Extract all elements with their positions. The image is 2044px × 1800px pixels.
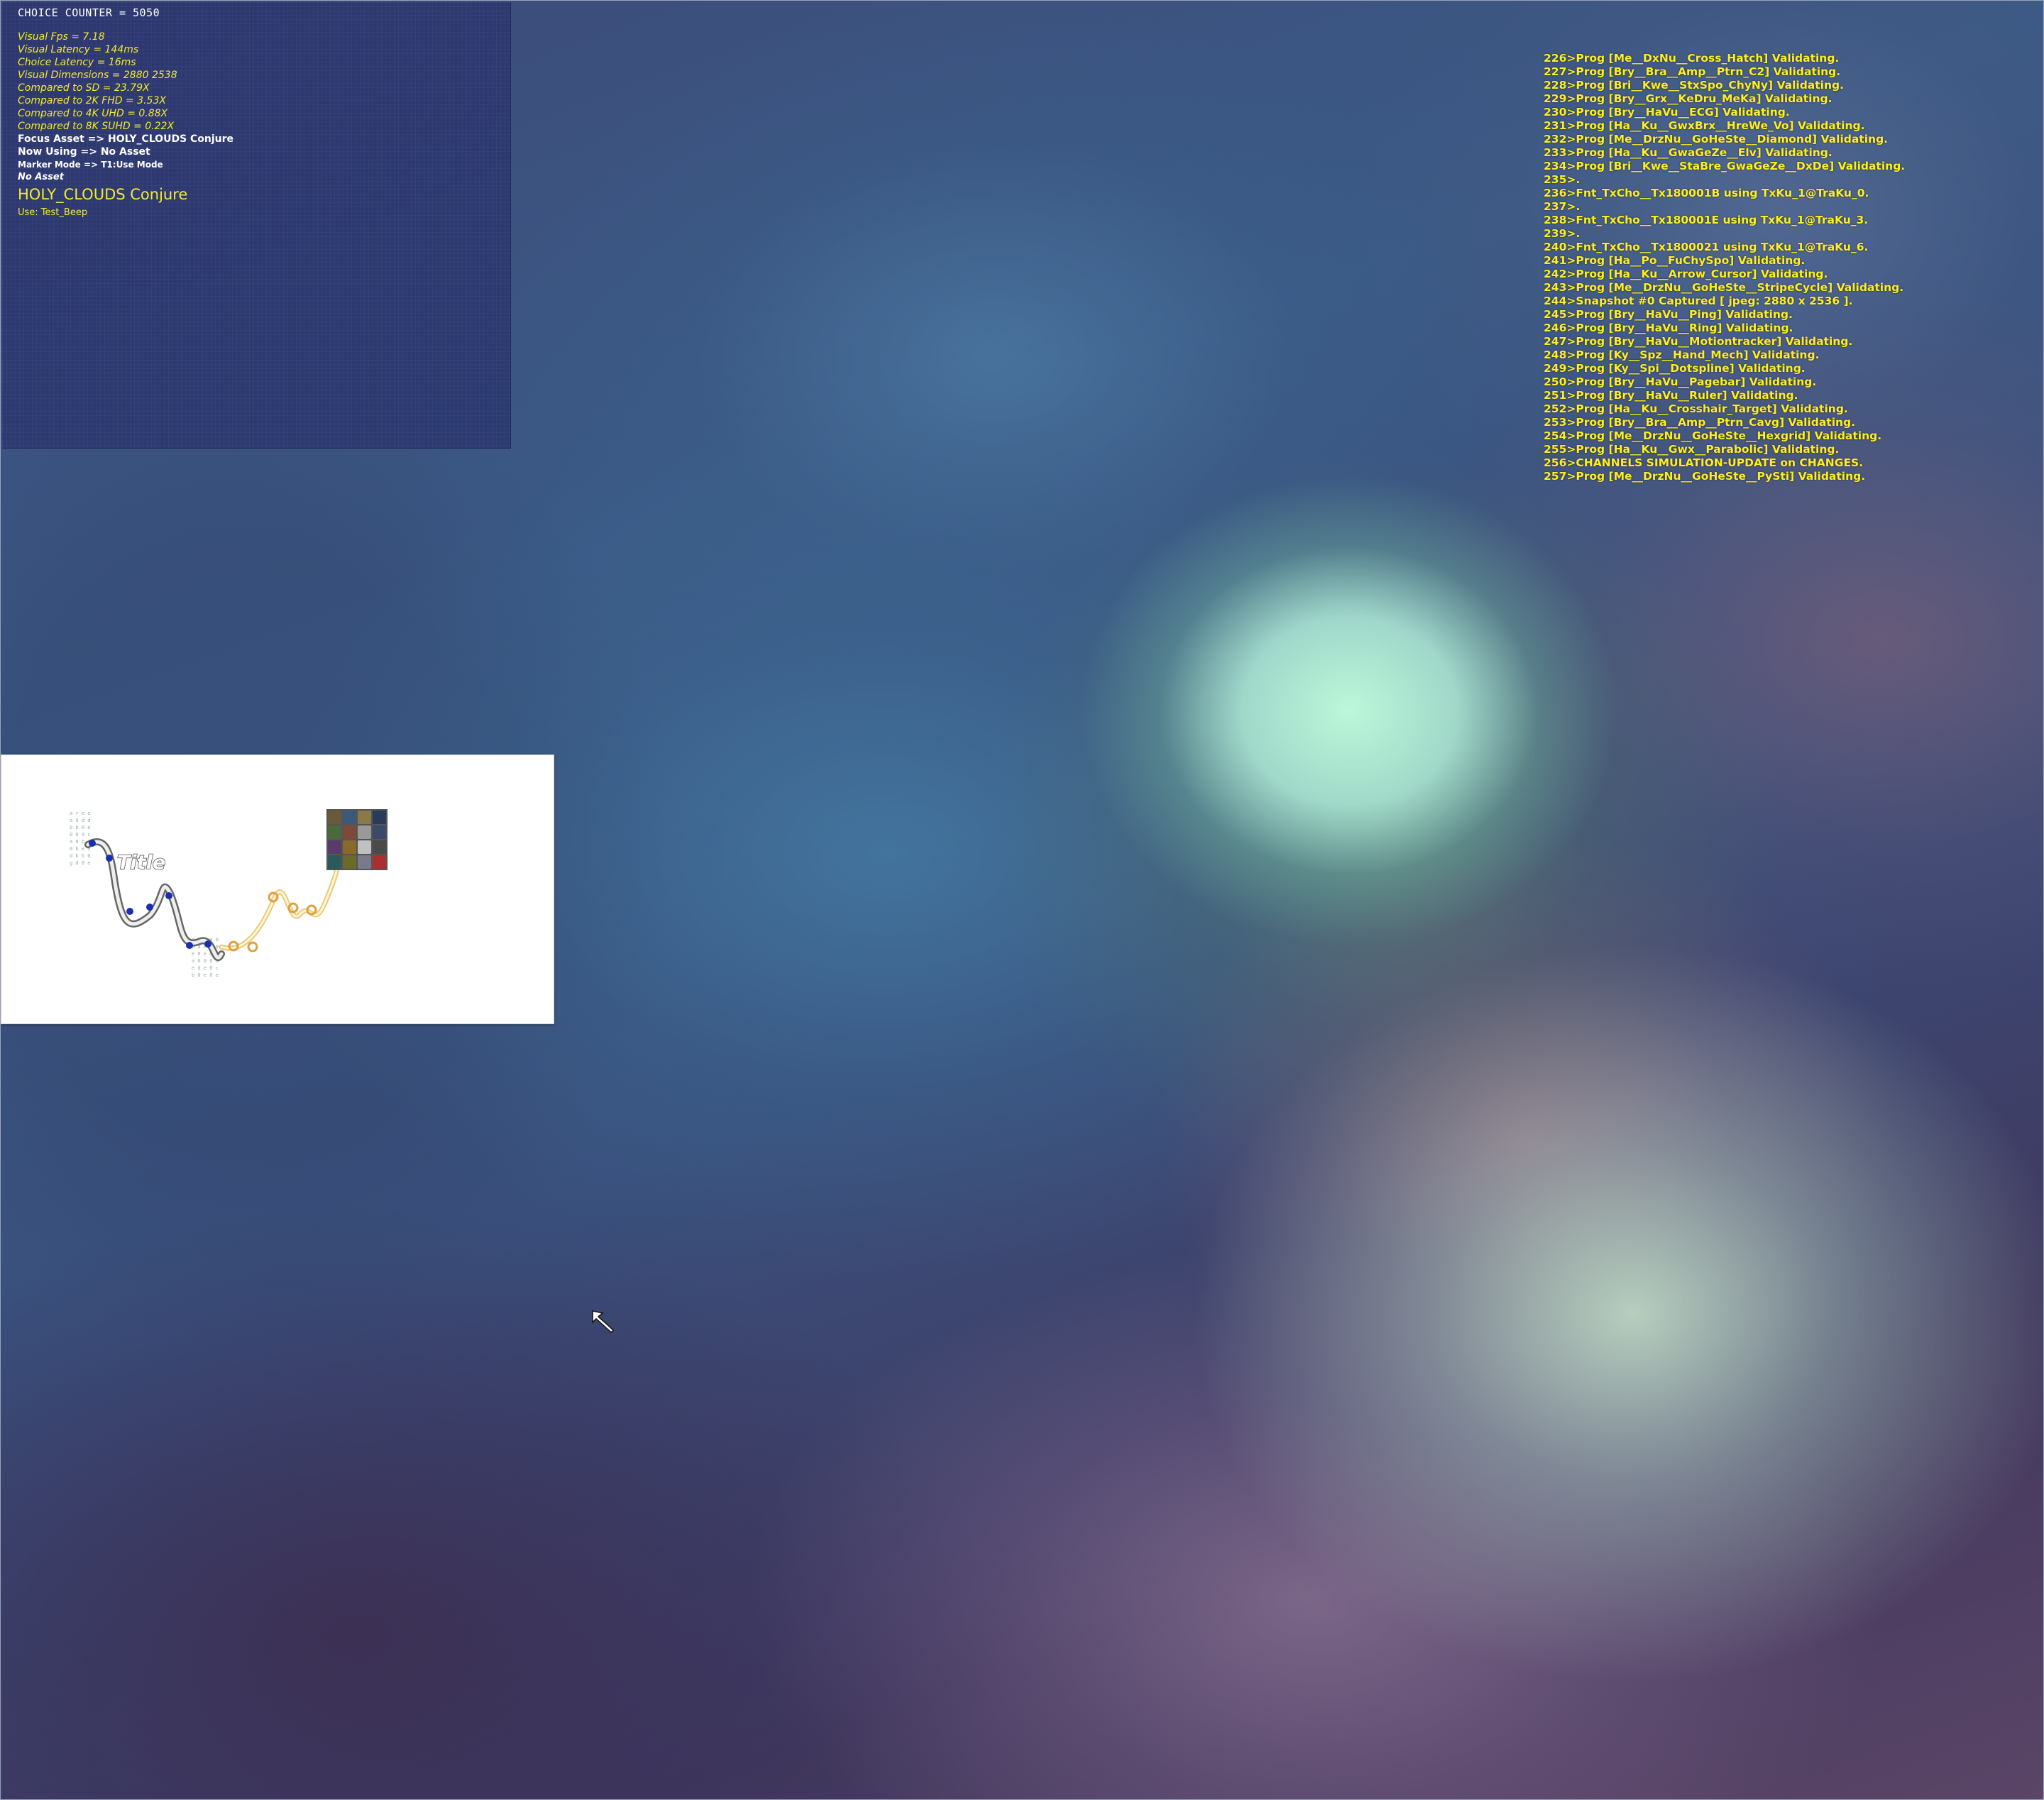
log-line: 231>Prog [Ha__Ku__GwxBrx__HreWe_Vo] Vali… [1544,119,1865,132]
stat-choice-latency: Choice Latency = 16ms [18,57,136,68]
log-line: 229>Prog [Bry__Grx__KeDru_MeKa] Validati… [1544,92,1833,105]
spline-path-yellow [219,852,344,951]
asset-thumbnail[interactable] [358,840,371,854]
svg-text:d b b 0: d b b 0 [70,853,91,859]
log-line: 235>. [1544,173,1581,186]
asset-name-label[interactable]: HOLY_CLOUDS Conjure [18,186,233,203]
focus-asset-line: Focus Asset => HOLY_CLOUDS Conjure [18,133,234,145]
asset-thumbnail[interactable] [328,811,341,824]
svg-text:0 b 0 e: 0 b 0 e [70,825,91,830]
render-viewport[interactable]: CHOICE COUNTER = 5050 Visual Fps = 7.18 … [0,0,2044,1800]
asset-thumbnail[interactable] [373,811,386,824]
log-line: 234>Prog [Bri__Kwe__StaBre_GwaGeZe__DxDe… [1544,160,1906,172]
spline-preview: a r e e a 0 d d 0 b 0 e 0 0 9 c a 0 b e … [70,811,344,978]
now-using-line: Now Using => No Asset [18,146,150,158]
asset-thumbnail[interactable] [328,855,341,869]
log-line: 242>Prog [Ha__Ku__Arrow_Cursor] Validati… [1544,268,1828,280]
stats-block: Visual Fps = 7.18 Visual Latency = 144ms… [18,31,233,218]
asset-thumbnail-grid[interactable] [326,809,388,870]
log-line: 252>Prog [Ha__Ku__Crosshair_Target] Vali… [1544,402,1848,415]
asset-thumbnail[interactable] [343,825,356,839]
stat-compare-4k: Compared to 4K UHD = 0.88X [18,108,168,119]
log-line: 227>Prog [Bry__Bra__Amp__Ptrn_C2] Valida… [1544,65,1841,78]
log-line: 236>Fnt_TxCho__Tx180001B using TxKu_1@Tr… [1544,187,1869,199]
log-line: 251>Prog [Bry__HaVu__Ruler] Validating. [1544,389,1798,402]
svg-text:b 0 e 0 e: b 0 e 0 e [192,972,219,978]
svg-text:g d 0 e: g d 0 e [70,860,91,866]
stat-visual-latency: Visual Latency = 144ms [18,44,139,55]
debug-panel: CHOICE COUNTER = 5050 Visual Fps = 7.18 … [2,2,511,449]
log-line: 226>Prog [Me__DxNu__Cross_Hatch] Validat… [1544,52,1840,65]
log-line: 239>. [1544,227,1581,240]
svg-text:a 0 d d: a 0 d d [70,818,91,823]
no-asset-label: No Asset [18,172,64,182]
arrow-cursor-icon [590,1308,618,1339]
asset-thumbnail[interactable] [358,825,371,839]
log-line: 240>Fnt_TxCho__Tx1800021 using TxKu_1@Tr… [1544,241,1869,253]
log-line: 241>Prog [Ha__Po__FuChySpo] Validating. [1544,254,1806,267]
log-line: 233>Prog [Ha__Ku__GwaGeZe__Elv] Validati… [1544,146,1833,159]
asset-thumbnail[interactable] [373,825,386,839]
log-line: 255>Prog [Ha__Ku__Gwx__Parabolic] Valida… [1544,443,1840,456]
log-line: 246>Prog [Bry__HaVu__Ring] Validating. [1544,322,1793,334]
log-line: 232>Prog [Me__DrzNu__GoHeSte__Diamond] V… [1544,133,1889,146]
log-line: 238>Fnt_TxCho__Tx180001E using TxKu_1@Tr… [1544,214,1869,226]
stat-compare-8k: Compared to 8K SUHD = 0.22X [18,121,175,132]
log-line: 257>Prog [Me__DrzNu__GoHeSte__PySti] Val… [1544,470,1866,483]
log-line: 247>Prog [Bry__HaVu__Motiontracker] Vali… [1544,335,1853,348]
log-line: 248>Prog [Ky__Spz__Hand_Mech] Validating… [1544,349,1820,361]
asset-thumbnail[interactable] [328,840,341,854]
spline-path-yellow-inner [220,853,342,950]
use-asset-label[interactable]: Use: Test_Beep [18,207,233,218]
asset-thumbnail[interactable] [358,855,371,869]
asset-thumbnail[interactable] [373,840,386,854]
log-line: 237>. [1544,200,1581,213]
stat-fps: Visual Fps = 7.18 [18,31,105,43]
log-line: 256>CHANNELS SIMULATION-UPDATE on CHANGE… [1544,456,1864,469]
validation-log: 226>Prog [Me__DxNu__Cross_Hatch] Validat… [1544,52,2026,483]
log-line: 254>Prog [Me__DrzNu__GoHeSte__Hexgrid] V… [1544,429,1882,442]
log-line: 245>Prog [Bry__HaVu__Ping] Validating. [1544,308,1793,321]
log-line: 250>Prog [Bry__HaVu__Pagebar] Validating… [1544,375,1817,388]
stat-compare-2k: Compared to 2K FHD = 3.53X [18,95,166,106]
log-line: 249>Prog [Ky__Spi__Dotspline] Validating… [1544,362,1806,375]
stat-dimensions: Visual Dimensions = 2880 2538 [18,70,177,81]
log-line: 244>Snapshot #0 Captured [ jpeg: 2880 x … [1544,295,1853,307]
widget-title: Title [117,852,165,874]
svg-text:a r e e: a r e e [70,811,91,816]
asset-thumbnail[interactable] [328,825,341,839]
svg-text:0 0 9 c: 0 0 9 c [70,832,91,838]
asset-thumbnail[interactable] [373,855,386,869]
marker-mode-line: Marker Mode => T1:Use Mode [18,160,163,170]
asset-thumbnail[interactable] [343,811,356,824]
log-line: 228>Prog [Bri__Kwe__StxSpo_ChyNy] Valida… [1544,79,1845,92]
choice-counter: CHOICE COUNTER = 5050 [18,6,160,19]
log-line: 243>Prog [Me__DrzNu__GoHeSte__StripeCycl… [1544,281,1904,294]
log-line: 230>Prog [Bry__HaVu__ECG] Validating. [1544,106,1790,119]
glyph-column-left-icon: a r e e a 0 d d 0 b 0 e 0 0 9 c a 0 b e … [70,811,91,866]
spline-widget-panel[interactable]: a r e e a 0 d d 0 b 0 e 0 0 9 c a 0 b e … [1,754,554,1024]
asset-thumbnail[interactable] [343,855,356,869]
stat-compare-sd: Compared to SD = 23.79X [18,82,150,94]
log-line: 253>Prog [Bry__Bra__Amp__Ptrn_Cavg] Vali… [1544,416,1856,429]
svg-text:e d e 0 c: e d e 0 c [192,965,219,971]
asset-thumbnail[interactable] [343,840,356,854]
asset-thumbnail[interactable] [358,811,371,824]
